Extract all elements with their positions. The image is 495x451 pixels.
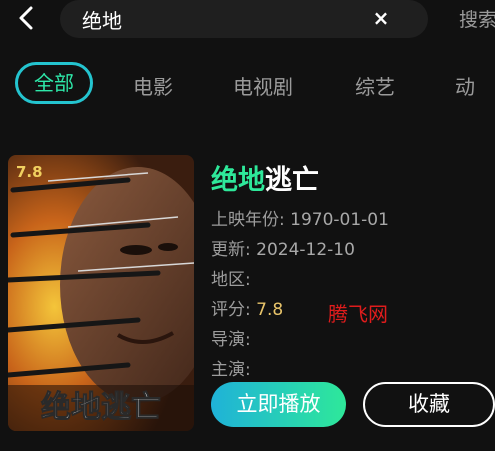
back-button[interactable]: [14, 4, 40, 32]
update-label: 更新:: [211, 240, 251, 260]
director-label: 导演:: [211, 330, 251, 350]
movie-poster[interactable]: 绝地逃亡 7.8: [8, 155, 194, 431]
score-value: 7.8: [256, 300, 284, 320]
search-input[interactable]: 绝地: [82, 5, 122, 34]
release-year-value: 1970-01-01: [290, 210, 389, 230]
search-bar: 绝地 ×: [60, 0, 428, 38]
tab-all[interactable]: 全部: [15, 62, 93, 104]
poster-image: 绝地逃亡 7.8: [8, 155, 194, 431]
cast-row: 主演:: [211, 355, 251, 380]
category-tabs: 全部 电影 电视剧 综艺 动: [0, 62, 495, 106]
title-rest: 逃亡: [265, 165, 319, 196]
tab-animation[interactable]: 动: [455, 71, 475, 100]
director-row: 导演:: [211, 325, 251, 350]
watermark-text: 腾飞网: [328, 302, 388, 326]
region-row: 地区:: [211, 265, 251, 290]
play-now-button[interactable]: 立即播放: [211, 382, 346, 427]
update-row: 更新: 2024-12-10: [211, 235, 355, 260]
movie-title[interactable]: 绝地逃亡: [211, 158, 319, 197]
tab-movies[interactable]: 电影: [133, 71, 173, 100]
favorite-button[interactable]: 收藏: [363, 382, 495, 427]
poster-title-art: 绝地逃亡: [41, 390, 161, 425]
score-row: 评分: 7.8: [211, 295, 283, 320]
update-value: 2024-12-10: [256, 240, 355, 260]
chevron-left-icon: [19, 6, 33, 30]
release-year-label: 上映年份:: [211, 210, 285, 230]
tab-variety[interactable]: 综艺: [355, 71, 395, 100]
search-button[interactable]: 搜索: [459, 5, 495, 32]
release-year-row: 上映年份: 1970-01-01: [211, 205, 389, 230]
tab-tv-series[interactable]: 电视剧: [233, 71, 293, 100]
cast-label: 主演:: [211, 360, 251, 380]
region-label: 地区:: [211, 270, 251, 290]
poster-rating-badge: 7.8: [16, 163, 43, 181]
score-label: 评分:: [211, 300, 251, 320]
title-highlight: 绝地: [211, 165, 265, 196]
close-icon[interactable]: ×: [371, 8, 391, 28]
